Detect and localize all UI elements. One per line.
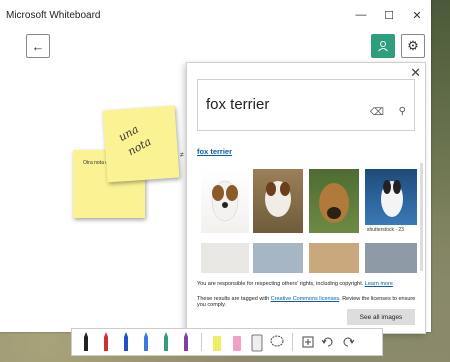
result-image[interactable] [253, 169, 303, 233]
window-title: Microsoft Whiteboard [6, 9, 101, 21]
invite-user-button[interactable] [371, 34, 395, 58]
person-icon [378, 41, 388, 52]
redo-icon[interactable] [340, 331, 356, 353]
back-button[interactable]: ← [26, 34, 50, 58]
whiteboard-window: Microsoft Whiteboard — ☐ ✕ ← ⚙ Otra nota… [0, 0, 431, 334]
result-image[interactable] [309, 243, 359, 273]
toolbar-divider [201, 333, 202, 351]
close-button[interactable]: ✕ [403, 0, 431, 30]
results-scrollbar[interactable] [420, 163, 423, 271]
lasso-icon[interactable] [269, 331, 285, 353]
add-icon[interactable] [300, 331, 316, 353]
result-image[interactable] [201, 243, 249, 273]
blue-pen-icon[interactable] [138, 331, 154, 353]
search-icon[interactable]: ⚲ [399, 106, 406, 117]
result-image[interactable] [365, 169, 417, 225]
toolbar-divider [292, 333, 293, 351]
purple-pen-icon[interactable] [178, 331, 194, 353]
minimize-button[interactable]: — [347, 0, 375, 30]
eraser-ruler-icon[interactable] [249, 331, 265, 353]
image-search-panel: ✕ ⌫ ⚲ fox terrier [186, 62, 426, 334]
red-pen-icon[interactable] [98, 331, 114, 353]
see-all-images-button[interactable]: See all images [347, 309, 415, 325]
learn-more-link[interactable]: Learn more [365, 281, 393, 287]
inking-toolbar [71, 328, 383, 356]
result-image[interactable] [253, 243, 303, 273]
image-caption: shutterstock · 23 [367, 227, 404, 233]
result-image[interactable] [201, 169, 249, 233]
sticky-note[interactable]: una nota [102, 105, 180, 183]
tag-glyph: ≠ [180, 152, 184, 159]
license-notice: These results are tagged with Creative C… [197, 296, 417, 308]
rights-text: You are responsible for respecting other… [197, 281, 364, 287]
search-result-link[interactable]: fox terrier [197, 147, 232, 156]
title-bar: Microsoft Whiteboard — ☐ ✕ [0, 0, 431, 30]
search-input[interactable] [206, 94, 366, 114]
gear-icon: ⚙ [407, 38, 419, 53]
pink-highlighter-icon[interactable] [229, 331, 245, 353]
dog-image [265, 181, 291, 217]
black-pen-icon[interactable] [78, 331, 94, 353]
search-box: ⌫ ⚲ [197, 79, 415, 131]
maximize-button[interactable]: ☐ [375, 0, 403, 30]
image-results: shutterstock · 23 [197, 161, 425, 275]
settings-button[interactable]: ⚙ [401, 34, 425, 58]
yellow-highlighter-icon[interactable] [209, 331, 225, 353]
dog-image [319, 183, 349, 223]
creative-commons-link[interactable]: Creative Commons licenses [271, 296, 339, 302]
blue-pen-icon[interactable] [118, 331, 134, 353]
result-image[interactable] [309, 169, 359, 233]
arrow-left-icon: ← [31, 38, 45, 54]
dog-image [381, 180, 403, 217]
result-image[interactable] [365, 243, 417, 273]
clear-icon[interactable]: ⌫ [370, 107, 384, 118]
undo-icon[interactable] [320, 331, 336, 353]
dog-image [211, 180, 239, 222]
teal-pen-icon[interactable] [158, 331, 174, 353]
rights-notice: You are responsible for respecting other… [197, 281, 417, 287]
